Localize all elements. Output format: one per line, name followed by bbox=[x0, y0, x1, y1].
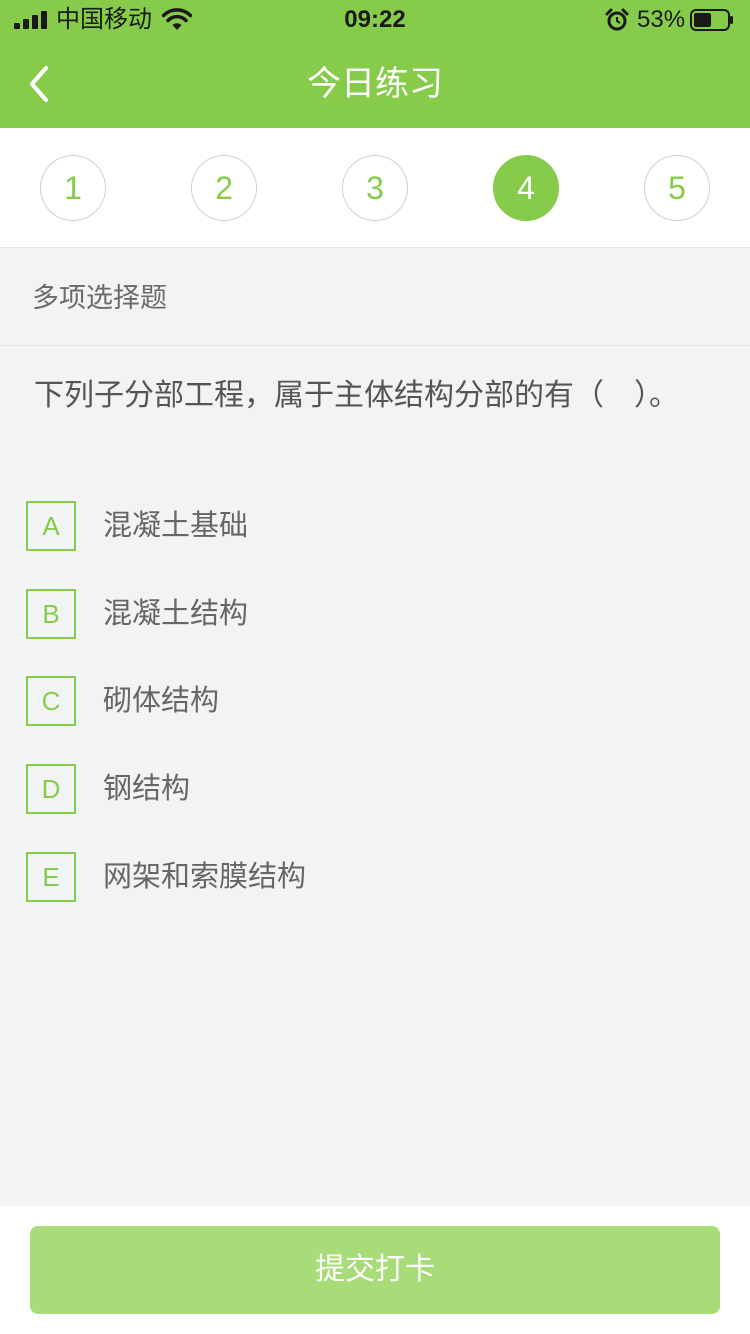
question-type-header: 多项选择题 bbox=[0, 248, 750, 346]
page-title: 今日练习 bbox=[307, 64, 443, 104]
question-type-label: 多项选择题 bbox=[32, 283, 167, 314]
option-b[interactable]: B 混凝土结构 bbox=[26, 589, 726, 639]
step-2[interactable]: 2 bbox=[191, 155, 257, 221]
option-d[interactable]: D 钢结构 bbox=[26, 764, 726, 814]
submit-checkin-button[interactable]: 提交打卡 bbox=[30, 1226, 720, 1314]
option-text: 砌体结构 bbox=[103, 683, 220, 717]
question-text: 下列子分部工程，属于主体结构分部的有（ ）。 bbox=[34, 378, 679, 413]
option-a[interactable]: A 混凝土基础 bbox=[26, 501, 726, 551]
footer-bar: 提交打卡 bbox=[0, 1206, 750, 1334]
option-text: 混凝土结构 bbox=[103, 596, 249, 630]
battery-icon bbox=[690, 9, 733, 31]
option-text: 混凝土基础 bbox=[103, 508, 249, 542]
question-step-selector: 1 2 3 4 5 bbox=[0, 128, 750, 248]
app-header: 中国移动 09:22 53% 今日练习 bbox=[0, 0, 750, 128]
option-e[interactable]: E 网架和索膜结构 bbox=[26, 852, 726, 902]
step-1[interactable]: 1 bbox=[40, 155, 106, 221]
option-letter-box[interactable]: D bbox=[26, 764, 76, 814]
option-letter-box[interactable]: B bbox=[26, 589, 76, 639]
alarm-icon bbox=[605, 8, 629, 31]
status-bar: 中国移动 09:22 53% bbox=[0, 0, 750, 40]
option-letter-box[interactable]: A bbox=[26, 501, 76, 551]
step-4[interactable]: 4 bbox=[493, 155, 559, 221]
option-letter-box[interactable]: C bbox=[26, 676, 76, 726]
step-3[interactable]: 3 bbox=[342, 155, 408, 221]
option-text: 钢结构 bbox=[103, 771, 191, 805]
option-text: 网架和索膜结构 bbox=[103, 859, 307, 893]
option-c[interactable]: C 砌体结构 bbox=[26, 676, 726, 726]
battery-percent: 53% bbox=[637, 6, 686, 33]
navigation-bar: 今日练习 bbox=[0, 40, 750, 128]
step-5[interactable]: 5 bbox=[644, 155, 710, 221]
option-letter-box[interactable]: E bbox=[26, 852, 76, 902]
